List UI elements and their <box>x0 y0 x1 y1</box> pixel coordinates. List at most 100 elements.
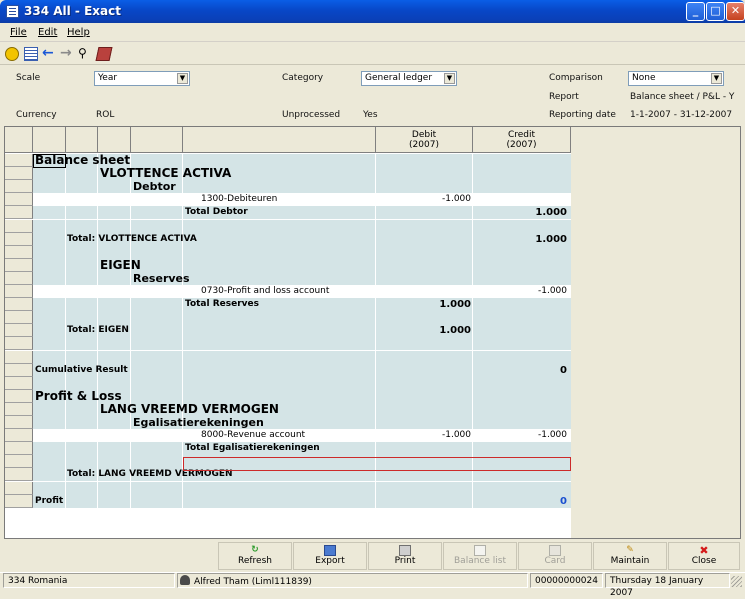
row-selector[interactable] <box>5 403 33 416</box>
chevron-down-icon[interactable]: ▼ <box>444 73 455 84</box>
table-row[interactable] <box>5 482 571 495</box>
table-row[interactable]: Profit & Loss <box>5 390 571 403</box>
table-row[interactable]: EIGEN <box>5 259 571 272</box>
table-row[interactable]: Reserves <box>5 272 571 285</box>
category-select[interactable]: General ledger ▼ <box>361 71 457 86</box>
chevron-down-icon[interactable]: ▼ <box>711 73 722 84</box>
row-selector[interactable] <box>5 246 33 259</box>
row-selector[interactable] <box>5 351 33 364</box>
table-row[interactable]: Profit 0 <box>5 495 571 508</box>
forward-arrow-icon[interactable]: → <box>60 46 74 61</box>
row-description: LANG VREEMD VERMOGEN <box>100 402 279 416</box>
maximize-button[interactable]: □ <box>706 2 725 21</box>
grid-header-credit[interactable]: Credit (2007) <box>473 127 571 153</box>
table-row[interactable]: Balance sheet <box>5 154 571 167</box>
row-selector[interactable] <box>5 337 33 350</box>
row-selector[interactable] <box>5 429 33 442</box>
row-selector[interactable] <box>5 468 33 481</box>
row-selector[interactable] <box>5 364 33 377</box>
export-button[interactable]: Export <box>293 542 367 570</box>
scale-value: Year <box>98 73 118 83</box>
table-row[interactable]: Debtor <box>5 180 571 193</box>
table-row[interactable]: Total: LANG VREEMD VERMOGEN <box>5 468 571 481</box>
row-selector[interactable] <box>5 154 33 167</box>
table-row[interactable]: Egalisatierekeningen <box>5 416 571 429</box>
table-row[interactable] <box>5 455 571 468</box>
row-selector[interactable] <box>5 167 33 180</box>
table-row[interactable]: 0730-Profit and loss account -1.000 <box>5 285 571 298</box>
list-icon[interactable] <box>24 47 38 61</box>
resize-grip-icon[interactable] <box>731 576 742 587</box>
table-row[interactable]: LANG VREEMD VERMOGEN <box>5 403 571 416</box>
back-arrow-icon[interactable]: ← <box>42 46 56 61</box>
grid-header-col2[interactable] <box>66 127 98 153</box>
binoculars-icon[interactable]: ⚲ <box>78 47 92 61</box>
minimize-button[interactable]: _ <box>686 2 705 21</box>
window-close-button[interactable]: ✕ <box>726 2 745 21</box>
row-selector[interactable] <box>5 285 33 298</box>
status-date: Thursday 18 January 2007 <box>605 573 730 598</box>
grid-header-col1[interactable] <box>33 127 66 153</box>
grid-column-line <box>5 259 473 272</box>
row-selector[interactable] <box>5 220 33 233</box>
table-row[interactable]: 1300-Debiteuren -1.000 <box>5 193 571 206</box>
row-selector[interactable] <box>5 311 33 324</box>
credit-cell: -1.000 <box>537 286 567 296</box>
table-row[interactable] <box>5 337 571 350</box>
table-row[interactable]: Cumulative Result 0 <box>5 364 571 377</box>
print-button[interactable]: Print <box>368 542 442 570</box>
table-row[interactable]: Total Reserves 1.000 <box>5 298 571 311</box>
table-row[interactable] <box>5 351 571 364</box>
row-selector[interactable] <box>5 193 33 206</box>
grid-header-description[interactable] <box>183 127 376 153</box>
row-selector[interactable] <box>5 206 33 219</box>
status-company: 334 Romania <box>3 573 175 588</box>
table-row[interactable]: Total Debtor 1.000 <box>5 206 571 219</box>
menu-help[interactable]: Help <box>67 27 90 38</box>
close-button[interactable]: ✖ Close <box>668 542 740 570</box>
menu-help-label: Help <box>67 27 90 38</box>
debit-cell: -1.000 <box>441 194 471 204</box>
row-selector[interactable] <box>5 272 33 285</box>
grid-column-line <box>5 220 473 233</box>
row-description: Total Egalisatierekeningen <box>185 443 320 453</box>
row-selector[interactable] <box>5 259 33 272</box>
refresh-button[interactable]: ↻ Refresh <box>218 542 292 570</box>
maintain-button[interactable]: ✎ Maintain <box>593 542 667 570</box>
table-row[interactable]: 8000-Revenue account -1.000 -1.000 <box>5 429 571 442</box>
menu-file[interactable]: File <box>10 27 27 38</box>
row-selector[interactable] <box>5 180 33 193</box>
currency-value: ROL <box>96 110 115 120</box>
grid-header-debit[interactable]: Debit (2007) <box>376 127 473 153</box>
table-row[interactable] <box>5 220 571 233</box>
row-selector[interactable] <box>5 495 33 508</box>
scale-select[interactable]: Year ▼ <box>94 71 190 86</box>
table-row[interactable]: Total: EIGEN 1.000 <box>5 324 571 337</box>
row-selector[interactable] <box>5 482 33 495</box>
book-icon[interactable] <box>95 47 113 61</box>
grid-column-line <box>5 495 473 508</box>
row-selector[interactable] <box>5 298 33 311</box>
chevron-down-icon[interactable]: ▼ <box>177 73 188 84</box>
card-button[interactable]: Card <box>518 542 592 570</box>
row-selector[interactable] <box>5 442 33 455</box>
row-selector[interactable] <box>5 233 33 246</box>
menu-edit[interactable]: Edit <box>38 27 57 38</box>
table-row[interactable]: Total Egalisatierekeningen <box>5 442 571 455</box>
row-selector[interactable] <box>5 377 33 390</box>
exit-icon[interactable] <box>5 47 19 61</box>
row-selector[interactable] <box>5 455 33 468</box>
row-selector[interactable] <box>5 324 33 337</box>
table-row[interactable] <box>5 246 571 259</box>
row-selector[interactable] <box>5 416 33 429</box>
grid-header-col4[interactable] <box>131 127 183 153</box>
table-row[interactable] <box>5 311 571 324</box>
row-selector[interactable] <box>5 390 33 403</box>
table-row[interactable]: VLOTTENCE ACTIVA <box>5 167 571 180</box>
table-row[interactable]: Total: VLOTTENCE ACTIVA 1.000 <box>5 233 571 246</box>
window-title-bar[interactable]: 334 All - Exact _ □ ✕ <box>0 0 745 23</box>
grid-header-col3[interactable] <box>98 127 131 153</box>
balance-list-button[interactable]: Balance list <box>443 542 517 570</box>
debit-cell: -1.000 <box>441 430 471 440</box>
comparison-select[interactable]: None ▼ <box>628 71 724 86</box>
